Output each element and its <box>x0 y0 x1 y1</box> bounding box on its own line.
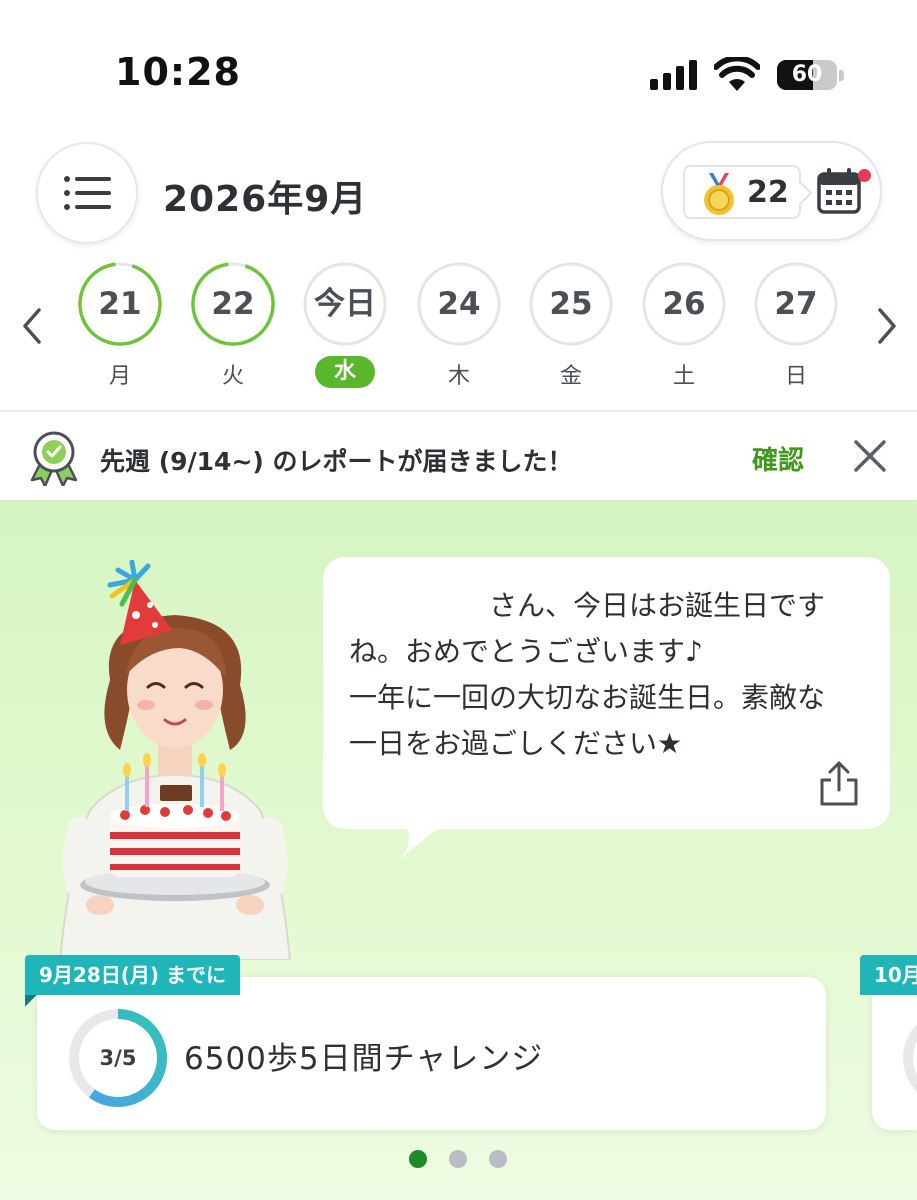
day-21[interactable]: 21 月 <box>78 262 162 392</box>
next-progress-ring <box>903 1023 917 1093</box>
weekday-label: 木 <box>447 364 470 389</box>
birthday-character-illustration <box>58 560 292 960</box>
day-27[interactable]: 27 日 <box>754 262 838 392</box>
status-bar: 10:28 60 <box>0 0 917 120</box>
deadline-tag: 9月28日(月) までに <box>25 955 240 995</box>
battery-level: 60 <box>791 62 823 87</box>
day-today[interactable]: 今日水 <box>303 262 387 392</box>
speech-bubble: さん、今日はお誕生日です ね。おめでとうございます♪ 一年に一回の大切なお誕生日… <box>323 557 890 829</box>
previous-week-arrow-icon[interactable] <box>20 306 44 346</box>
pager-dots <box>409 1150 519 1170</box>
share-icon[interactable] <box>818 760 860 806</box>
day-number: 21 <box>98 286 142 322</box>
day-26[interactable]: 26 土 <box>642 262 726 392</box>
day-number: 26 <box>662 286 706 322</box>
challenge-card[interactable]: 3/5 6500歩5日間チャレンジ <box>37 977 826 1130</box>
day-25[interactable]: 25 金 <box>529 262 613 392</box>
header-actions: 22 <box>661 141 882 241</box>
list-icon <box>64 176 111 210</box>
progress-text: 3/5 <box>99 1046 137 1070</box>
tag-fold <box>25 995 37 1007</box>
confirm-link[interactable]: 確認 <box>752 440 804 477</box>
birthday-message: さん、今日はお誕生日です ね。おめでとうございます♪ 一年に一回の大切なお誕生日… <box>349 589 826 760</box>
day-24[interactable]: 24 木 <box>417 262 501 392</box>
weekday-label: 月 <box>108 364 131 389</box>
medal-icon <box>704 173 734 215</box>
day-number: 24 <box>437 286 481 322</box>
pager-dot[interactable] <box>409 1150 427 1168</box>
report-banner[interactable]: 先週 (9/14~) のレポートが届きました！ 確認 <box>0 412 917 500</box>
menu-button[interactable] <box>36 142 138 244</box>
calendar-icon[interactable] <box>817 167 861 215</box>
day-number: 今日 <box>314 286 376 322</box>
day-number: 27 <box>774 286 818 322</box>
weekday-label: 火 <box>221 364 244 389</box>
pager-dot[interactable] <box>449 1150 467 1168</box>
medal-count: 22 <box>747 175 789 210</box>
weekday-label: 土 <box>672 364 695 389</box>
next-challenge-card[interactable] <box>872 977 917 1130</box>
wifi-icon <box>714 57 760 91</box>
speech-bubble-tail <box>400 825 445 860</box>
weekday-label: 日 <box>784 364 807 389</box>
month-title[interactable]: 2026年9月 <box>163 170 367 222</box>
next-week-arrow-icon[interactable] <box>875 306 899 346</box>
challenge-title: 6500歩5日間チャレンジ <box>184 1041 544 1077</box>
battery-icon: 60 <box>777 60 845 90</box>
medal-counter-button[interactable]: 22 <box>683 165 801 219</box>
main-area: さん、今日はお誕生日です ね。おめでとうございます♪ 一年に一回の大切なお誕生日… <box>0 500 917 1200</box>
day-number: 22 <box>211 286 255 322</box>
day-number: 25 <box>549 286 593 322</box>
report-banner-text: 先週 (9/14~) のレポートが届きました！ <box>100 447 573 476</box>
next-deadline-tag: 10月 <box>860 955 917 995</box>
notification-dot <box>858 169 871 182</box>
day-22[interactable]: 22 火 <box>191 262 275 392</box>
weekday-label: 水 <box>315 356 375 388</box>
status-time: 10:28 <box>115 50 241 94</box>
cellular-signal-icon <box>650 60 697 90</box>
pager-dot[interactable] <box>489 1150 507 1168</box>
close-icon[interactable] <box>852 438 888 474</box>
award-badge-icon <box>30 431 78 486</box>
weekday-label: 金 <box>559 364 582 389</box>
